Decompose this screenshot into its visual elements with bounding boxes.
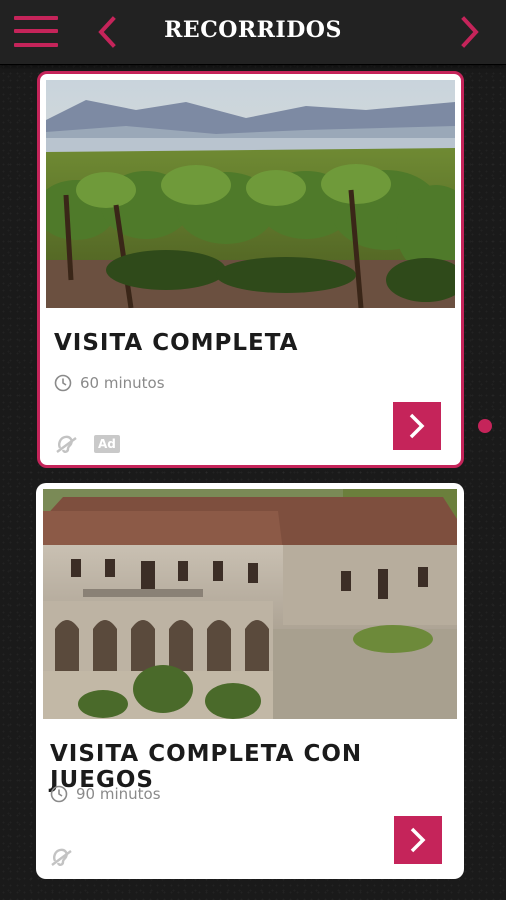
- tour-photo-vineyard: [46, 80, 455, 308]
- tour-photo-manor: [43, 489, 457, 719]
- clock-icon: [54, 374, 72, 392]
- audio-description-badge: Ad: [94, 435, 120, 453]
- open-tour-button[interactable]: [394, 816, 442, 864]
- tour-title: VISITA COMPLETA: [54, 330, 299, 356]
- duration-text: 90 minutos: [76, 785, 161, 803]
- accessibility-icons: Ad: [54, 434, 120, 454]
- accessibility-icons: [49, 847, 73, 867]
- chevron-right-icon[interactable]: [460, 16, 480, 48]
- page-title: RECORRIDOS: [164, 17, 342, 43]
- top-app-bar: RECORRIDOS: [0, 0, 506, 65]
- hearing-icon: [51, 848, 72, 866]
- clock-icon: [50, 785, 68, 803]
- open-tour-button[interactable]: [393, 402, 441, 450]
- tour-card[interactable]: VISITA COMPLETA CON JUEGOS 90 minutos: [36, 483, 464, 879]
- pager-indicator: [478, 419, 492, 433]
- chevron-right-icon: [409, 413, 425, 439]
- tour-duration: 60 minutos: [54, 374, 165, 392]
- tour-card[interactable]: VISITA COMPLETA 60 minutos Ad: [37, 71, 464, 468]
- hearing-icon: [56, 435, 77, 453]
- duration-text: 60 minutos: [80, 374, 165, 392]
- chevron-right-icon: [410, 827, 426, 853]
- tour-duration: 90 minutos: [50, 785, 161, 803]
